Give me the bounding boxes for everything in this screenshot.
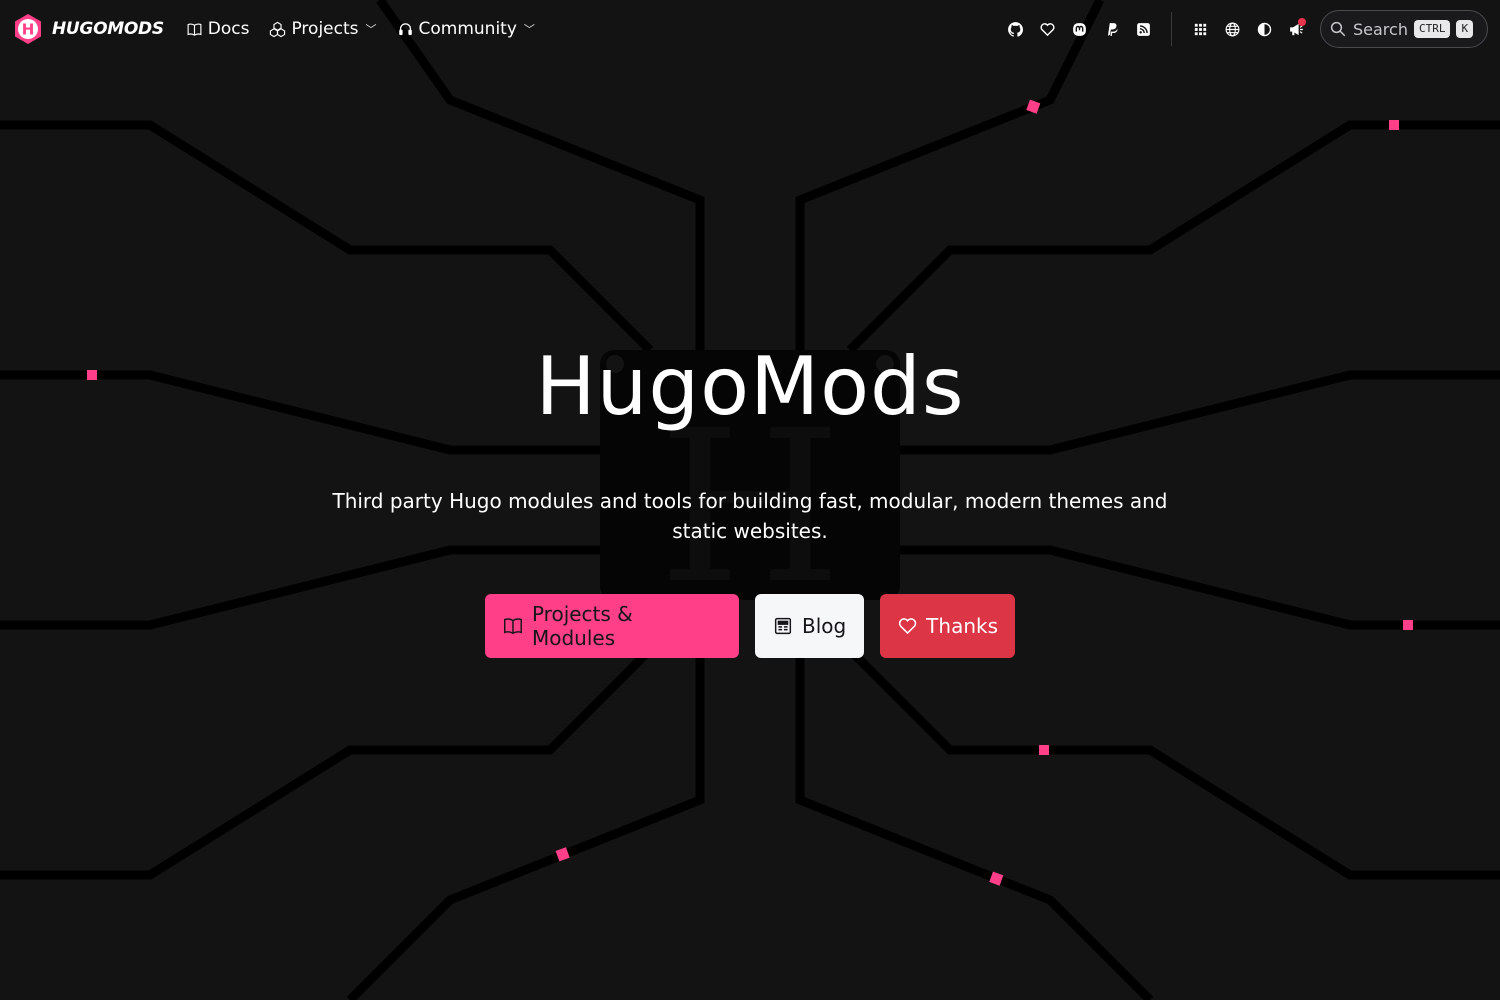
theme-toggle-button[interactable] bbox=[1248, 13, 1280, 45]
search-button[interactable]: Search CTRL K bbox=[1320, 10, 1488, 48]
paypal-link[interactable] bbox=[1095, 13, 1127, 45]
blog-label: Blog bbox=[802, 614, 847, 638]
hugomods-logo-icon: H bbox=[15, 14, 41, 44]
chevron-down-icon: ﹀ bbox=[523, 23, 535, 36]
search-icon bbox=[1330, 21, 1346, 37]
language-button[interactable] bbox=[1216, 13, 1248, 45]
mastodon-icon bbox=[1072, 22, 1086, 36]
globe-icon bbox=[1225, 22, 1239, 36]
announcements-button[interactable] bbox=[1280, 13, 1312, 45]
svg-text:H: H bbox=[22, 21, 35, 39]
nav-projects-dropdown[interactable]: Projects ﹀ bbox=[269, 19, 377, 39]
notification-dot bbox=[1298, 18, 1306, 26]
page: H H HUGOMODS Docs Projects ﹀ Community ﹀… bbox=[0, 0, 1500, 1000]
brand-home-link[interactable]: H HUGOMODS bbox=[12, 13, 164, 45]
nav-docs[interactable]: Docs bbox=[186, 19, 250, 39]
github-icon bbox=[1007, 21, 1023, 37]
toolbar-divider bbox=[1171, 12, 1172, 46]
blog-button[interactable]: Blog bbox=[755, 594, 864, 658]
github-link[interactable] bbox=[999, 13, 1031, 45]
heart-icon bbox=[898, 618, 917, 635]
toolbar: Search CTRL K bbox=[999, 10, 1488, 48]
hero-subtitle: Third party Hugo modules and tools for b… bbox=[332, 489, 1168, 543]
nav-projects-label: Projects bbox=[291, 19, 359, 39]
shortcut-ctrl-key: CTRL bbox=[1413, 20, 1451, 38]
nav-community-dropdown[interactable]: Community ﹀ bbox=[397, 19, 535, 39]
boxes-icon bbox=[270, 21, 286, 37]
nav-docs-label: Docs bbox=[207, 19, 250, 39]
chevron-down-icon: ﹀ bbox=[365, 23, 377, 36]
apps-menu-button[interactable] bbox=[1184, 13, 1216, 45]
paypal-icon bbox=[1107, 22, 1117, 36]
brand-name: HUGOMODS bbox=[52, 19, 164, 39]
projects-modules-button[interactable]: Projects & Modules bbox=[485, 594, 739, 658]
rss-icon bbox=[1136, 22, 1150, 36]
thanks-button[interactable]: Thanks bbox=[880, 594, 1015, 658]
thanks-label: Thanks bbox=[926, 614, 998, 638]
rss-link[interactable] bbox=[1127, 13, 1159, 45]
contrast-icon bbox=[1257, 22, 1271, 36]
newspaper-icon bbox=[774, 617, 792, 635]
hero-title: HugoMods bbox=[535, 340, 965, 433]
nav-community-label: Community bbox=[418, 19, 517, 39]
search-label: Search bbox=[1353, 19, 1408, 39]
hero-actions: Projects & Modules Blog Thanks bbox=[0, 594, 1500, 658]
shortcut-k-key: K bbox=[1456, 20, 1474, 38]
sponsor-link[interactable] bbox=[1031, 13, 1063, 45]
apps-grid-icon bbox=[1194, 23, 1206, 35]
projects-modules-label: Projects & Modules bbox=[531, 602, 633, 650]
book-icon bbox=[187, 23, 202, 36]
primary-nav: Docs Projects ﹀ Community ﹀ bbox=[186, 19, 535, 39]
headset-icon bbox=[398, 22, 412, 35]
navbar: H HUGOMODS Docs Projects ﹀ Community ﹀ S… bbox=[0, 0, 1500, 58]
heart-icon bbox=[1039, 22, 1055, 36]
book-icon bbox=[504, 618, 522, 635]
mastodon-link[interactable] bbox=[1063, 13, 1095, 45]
